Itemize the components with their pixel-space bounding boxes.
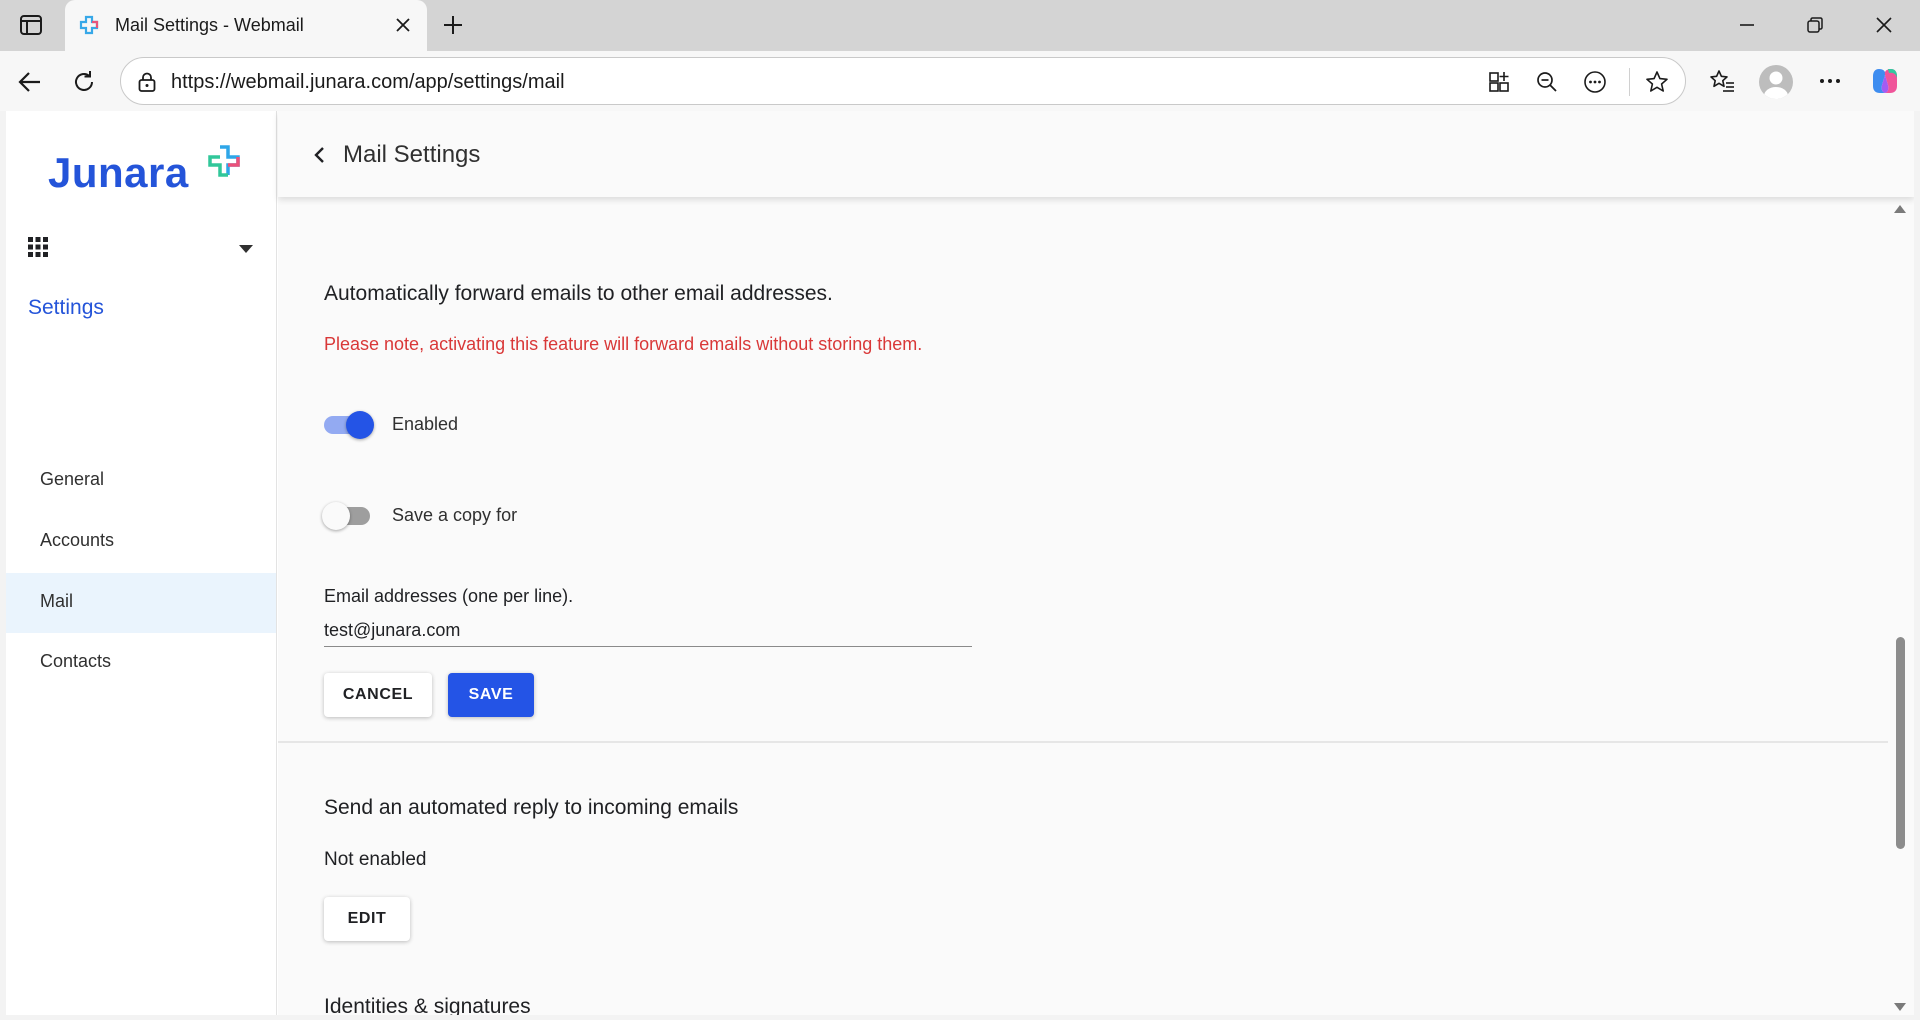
sidebar-item-label: Mail: [40, 591, 74, 611]
minimize-icon[interactable]: [1729, 8, 1765, 42]
refresh-icon[interactable]: [66, 64, 102, 100]
save-copy-toggle[interactable]: [322, 500, 376, 530]
zoom-out-icon[interactable]: [1533, 68, 1561, 96]
scrollbar-thumb[interactable]: [1896, 637, 1905, 849]
sidebar: Junara Settings General Accounts Mail Co…: [6, 111, 277, 1015]
favorites-list-icon[interactable]: [1704, 63, 1740, 99]
enabled-toggle[interactable]: [324, 409, 376, 439]
url-text[interactable]: https://webmail.junara.com/app/settings/…: [171, 71, 565, 94]
profile-avatar[interactable]: [1759, 65, 1793, 99]
email-addresses-input[interactable]: [324, 611, 972, 647]
tab-actions-icon[interactable]: [14, 10, 48, 40]
auto-reply-section: Send an automated reply to incoming emai…: [278, 743, 1888, 1015]
sidebar-item-accounts[interactable]: Accounts: [6, 512, 276, 572]
browser-tab[interactable]: Mail Settings - Webmail: [65, 0, 427, 51]
enabled-label: Enabled: [392, 414, 459, 434]
lock-icon[interactable]: [135, 70, 159, 94]
back-arrow-icon[interactable]: [12, 64, 48, 100]
forwarding-warning: Please note, activating this feature wil…: [324, 334, 923, 354]
scroll-down-arrow-icon[interactable]: [1894, 999, 1906, 1011]
address-bar[interactable]: https://webmail.junara.com/app/settings/…: [120, 57, 1686, 105]
toggle-knob: [322, 502, 350, 530]
settings-more-icon[interactable]: [1812, 63, 1848, 99]
browser-tab-bar: Mail Settings - Webmail: [0, 0, 1920, 51]
chevron-left-icon[interactable]: [308, 144, 330, 166]
cancel-button[interactable]: CANCEL: [324, 673, 432, 717]
forwarding-section: Automatically forward emails to other em…: [278, 197, 1888, 741]
edit-button[interactable]: EDIT: [324, 897, 410, 941]
junara-logo[interactable]: Junara: [48, 145, 248, 205]
logo-text: Junara: [48, 149, 189, 196]
copilot-icon[interactable]: [1867, 63, 1903, 99]
sidebar-item-general[interactable]: General: [6, 451, 276, 511]
auto-reply-title: Send an automated reply to incoming emai…: [324, 796, 739, 819]
identities-title: Identities & signatures: [324, 995, 531, 1015]
favorite-star-icon[interactable]: [1643, 68, 1671, 96]
app-grid-icon[interactable]: [24, 233, 52, 261]
save-copy-label: Save a copy for: [392, 505, 518, 525]
caret-down-icon[interactable]: [234, 237, 258, 261]
email-addresses-label: Email addresses (one per line).: [324, 586, 574, 606]
restore-icon[interactable]: [1797, 8, 1833, 42]
sidebar-item-label: Contacts: [40, 651, 112, 671]
forwarding-title: Automatically forward emails to other em…: [324, 282, 833, 305]
vertical-scrollbar[interactable]: [1890, 197, 1910, 1015]
app-available-icon[interactable]: [1485, 68, 1513, 96]
sidebar-item-label: General: [40, 469, 105, 489]
main-panel: Mail Settings Automatically forward emai…: [278, 111, 1914, 1015]
page-header: Mail Settings: [278, 111, 1914, 197]
save-button[interactable]: SAVE: [448, 673, 534, 717]
more-options-circle-icon[interactable]: [1581, 68, 1609, 96]
scroll-up-arrow-icon[interactable]: [1894, 201, 1906, 213]
close-window-icon[interactable]: [1866, 8, 1902, 42]
sidebar-item-label: Accounts: [40, 530, 115, 550]
webmail-page: Junara Settings General Accounts Mail Co…: [6, 111, 1914, 1015]
address-bar-divider: [1629, 68, 1630, 96]
page-title: Mail Settings: [343, 141, 481, 168]
sidebar-heading-settings[interactable]: Settings: [28, 296, 104, 320]
settings-content: Automatically forward emails to other em…: [278, 197, 1906, 1015]
browser-toolbar: https://webmail.junara.com/app/settings/…: [0, 51, 1920, 111]
sidebar-item-contacts[interactable]: Contacts: [6, 633, 276, 693]
auto-reply-status: Not enabled: [324, 849, 427, 870]
toggle-knob: [346, 411, 374, 439]
junara-favicon-icon: [79, 15, 99, 35]
tab-title: Mail Settings - Webmail: [115, 15, 304, 35]
junara-logo-mark-icon: [208, 145, 240, 177]
sidebar-item-mail[interactable]: Mail: [6, 573, 276, 633]
new-tab-icon[interactable]: [438, 10, 468, 40]
close-tab-icon[interactable]: [391, 13, 415, 37]
